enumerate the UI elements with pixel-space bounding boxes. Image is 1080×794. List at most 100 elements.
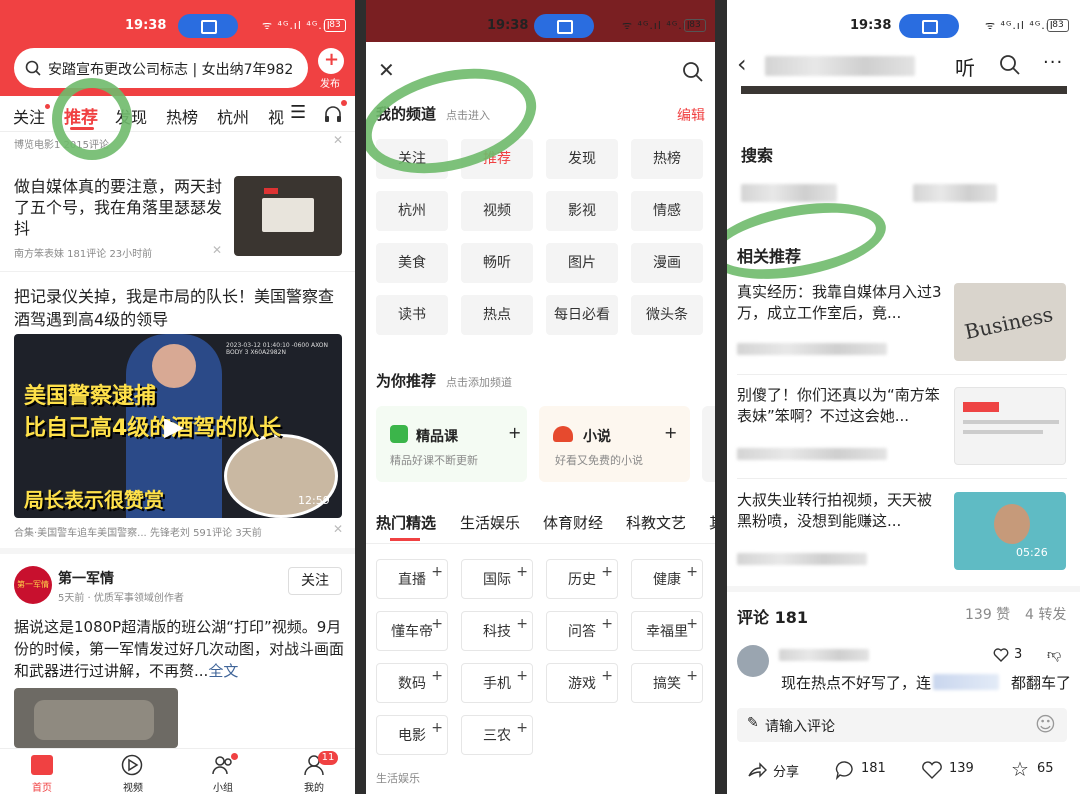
channel-chip[interactable]: 情感 (631, 191, 703, 231)
read-more-link[interactable]: 全文 (208, 662, 238, 680)
nav-profile[interactable]: 我的 (304, 779, 324, 794)
channel-chip[interactable]: 美食 (376, 243, 448, 283)
add-icon[interactable]: + (686, 552, 698, 592)
nav-home[interactable]: 首页 (32, 779, 52, 794)
add-icon[interactable]: + (516, 552, 528, 592)
channel-chip[interactable]: 热点 (461, 295, 533, 335)
channel-chip[interactable]: 视频 (461, 191, 533, 231)
tab-hangzhou[interactable]: 杭州 (217, 104, 249, 128)
comment-count[interactable]: 181 (861, 761, 886, 776)
post-body[interactable]: 据说这是1080P超清版的班公湖“打印”视频。9月份的时候，第一军情发过好几次动… (14, 616, 344, 682)
related-item-title[interactable]: 大叔失业转行拍视频，天天被黑粉喷，没想到能赚这... (737, 490, 943, 532)
video-icon[interactable] (121, 754, 143, 776)
channel-chip[interactable]: 图片 (546, 243, 618, 283)
like-count[interactable]: 139 (949, 761, 974, 776)
headphones-icon[interactable] (323, 104, 343, 124)
share-icon[interactable] (747, 760, 767, 780)
channel-chip[interactable]: 幸福里 + (631, 611, 703, 651)
close-icon[interactable]: ✕ (378, 58, 395, 82)
more-icon[interactable]: ··· (1043, 52, 1063, 73)
recommend-card-partial[interactable] (702, 406, 715, 482)
channel-chip[interactable]: 数码 + (376, 663, 448, 703)
channel-chip[interactable]: 发现 (546, 139, 618, 179)
recommend-card[interactable]: 精品课 + 精品好课不断更新 (376, 406, 527, 482)
recommend-card[interactable]: 小说 + 好看又免费的小说 (539, 406, 690, 482)
emoji-icon[interactable]: ☺ (1035, 712, 1056, 736)
avatar[interactable]: 第一军情 (14, 566, 52, 604)
channel-chip[interactable]: 每日必看 (546, 295, 618, 335)
add-icon[interactable]: + (431, 604, 443, 644)
tab-hot[interactable]: 热榜 (166, 104, 198, 128)
heart-icon[interactable] (993, 647, 1009, 663)
add-icon[interactable]: + (601, 656, 613, 696)
channel-chip[interactable]: 搞笑 + (631, 663, 703, 703)
add-icon[interactable]: + (686, 604, 698, 644)
post-image[interactable] (14, 688, 178, 748)
channel-chip[interactable]: 游戏 + (546, 663, 618, 703)
tab-follow[interactable]: 关注 (13, 104, 45, 128)
dismiss-icon[interactable]: ✕ (333, 133, 343, 147)
tab-video[interactable]: 视 (268, 104, 284, 128)
add-icon[interactable]: + (516, 656, 528, 696)
search-term-redacted[interactable] (741, 184, 837, 202)
channel-chip[interactable]: 微头条 (631, 295, 703, 335)
search-icon[interactable] (999, 54, 1021, 76)
channel-chip[interactable]: 健康 + (631, 559, 703, 599)
home-icon[interactable] (31, 755, 53, 775)
add-icon[interactable]: + (664, 423, 677, 442)
tab-hot-picks[interactable]: 热门精选 (376, 512, 436, 533)
related-item-title[interactable]: 别傻了！你们还真以为“南方笨表妹”笨啊？不过这会她... (737, 385, 943, 427)
channel-chip[interactable]: 问答 + (546, 611, 618, 651)
follow-button[interactable]: 关注 (288, 567, 342, 595)
article-thumbnail[interactable] (234, 176, 342, 256)
dismiss-icon[interactable]: ✕ (212, 243, 222, 257)
screen-cast-icon[interactable] (178, 14, 238, 38)
add-icon[interactable]: + (431, 708, 443, 748)
menu-icon[interactable]: ☰ (290, 102, 306, 123)
article-title[interactable]: 做自媒体真的要注意，两天封了五个号，我在角落里瑟瑟发抖 (14, 176, 224, 239)
play-icon[interactable]: ▶ (164, 412, 184, 442)
add-icon[interactable]: + (431, 656, 443, 696)
channel-chip[interactable]: 热榜 (631, 139, 703, 179)
tab-lifestyle[interactable]: 生活娱乐 (460, 512, 520, 533)
screen-cast-icon[interactable] (534, 14, 594, 38)
article-title[interactable]: 把记录仪关掉，我是市局的队长！美国警察查酒驾遇到高4级的领导 (14, 285, 344, 331)
video-thumbnail[interactable]: 2023-03-12 01:40:10 -0600 AXON BODY 3 X6… (14, 334, 342, 518)
add-icon[interactable]: + (516, 604, 528, 644)
share-button[interactable]: 分享 (773, 761, 799, 780)
add-icon[interactable]: + (601, 552, 613, 592)
related-thumbnail[interactable] (954, 387, 1066, 465)
channel-chip[interactable]: 漫画 (631, 243, 703, 283)
add-icon[interactable]: + (686, 656, 698, 696)
creator-name[interactable]: 第一军情 (58, 568, 114, 588)
channel-chip[interactable]: 直播 + (376, 559, 448, 599)
avatar[interactable] (737, 645, 769, 677)
add-icon[interactable]: + (431, 552, 443, 592)
channel-chip[interactable]: 科技 + (461, 611, 533, 651)
channel-chip[interactable]: 影视 (546, 191, 618, 231)
fav-count[interactable]: 65 (1037, 761, 1054, 776)
channel-chip[interactable]: 历史 + (546, 559, 618, 599)
channel-chip[interactable]: 畅听 (461, 243, 533, 283)
nav-group[interactable]: 小组 (213, 779, 233, 794)
related-thumbnail[interactable]: Business (954, 283, 1066, 361)
search-term-redacted[interactable] (913, 184, 997, 202)
edit-button[interactable]: 编辑 (677, 105, 705, 125)
comment-input[interactable]: ✎ 请输入评论 ☺ (737, 708, 1067, 742)
back-icon[interactable]: ‹ (737, 50, 747, 78)
channel-chip[interactable]: 手机 + (461, 663, 533, 703)
comment-icon[interactable] (835, 760, 855, 780)
publish-button[interactable]: + (318, 48, 344, 74)
search-icon[interactable] (682, 61, 704, 83)
search-box[interactable]: 安踏宣布更改公司标志 | 女出纳7年982 (14, 48, 308, 88)
tab-sports-finance[interactable]: 体育财经 (543, 512, 603, 533)
dismiss-icon[interactable]: ✕ (333, 522, 343, 536)
listen-button[interactable]: 听 (955, 52, 975, 81)
star-icon[interactable]: ☆ (1011, 757, 1029, 781)
channel-chip[interactable]: 国际 + (461, 559, 533, 599)
add-icon[interactable]: + (601, 604, 613, 644)
tab-science-arts[interactable]: 科教文艺 (626, 512, 686, 533)
screen-cast-icon[interactable] (899, 14, 959, 38)
add-icon[interactable]: + (516, 708, 528, 748)
add-icon[interactable]: + (508, 423, 521, 442)
